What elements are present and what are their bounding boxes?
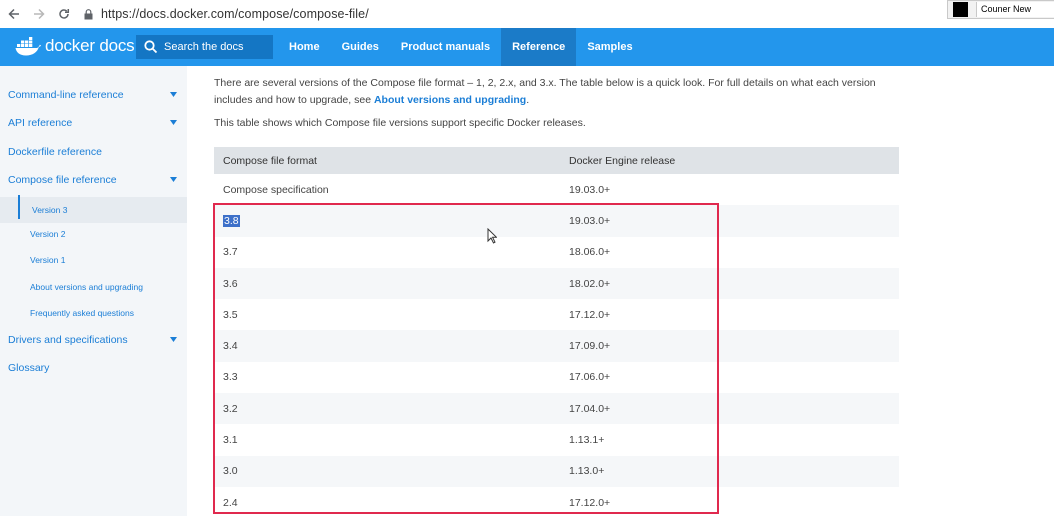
table-row: 3.8 19.03.0+	[214, 205, 899, 237]
search-box[interactable]	[136, 35, 273, 59]
site-header: docker docs Home Guides Product manuals …	[0, 28, 1054, 66]
table-cell: 3.1	[214, 424, 560, 456]
table-cell: 1.13.1+	[560, 424, 899, 456]
logo-text: docker docs	[45, 36, 135, 55]
intro-paragraph: There are several versions of the Compos…	[214, 75, 904, 109]
sidebar-item-label: Version 2	[30, 229, 66, 239]
sidebar-item-label: Version 1	[30, 255, 66, 265]
sidebar-item-label: Drivers and specifications	[8, 334, 128, 346]
active-indicator	[18, 195, 20, 219]
nav-home[interactable]: Home	[278, 28, 331, 66]
intro-end: .	[526, 94, 530, 106]
table-cell: 17.12.0+	[560, 299, 899, 331]
sidebar-item-api-reference[interactable]: API reference	[0, 113, 187, 133]
table-cell: 3.0	[214, 455, 560, 487]
table-cell: 18.06.0+	[560, 236, 899, 268]
table-row: Compose specification 19.03.0+	[214, 174, 899, 206]
selected-text: 3.8	[223, 214, 240, 227]
sidebar-item-label: Compose file reference	[8, 174, 117, 186]
sidebar-item-compose-file-reference[interactable]: Compose file reference	[0, 170, 187, 190]
nav-reference[interactable]: Reference	[501, 28, 577, 66]
table-cell: 3.7	[214, 236, 560, 268]
sidebar-item-label: API reference	[8, 117, 73, 129]
search-icon	[144, 40, 158, 54]
table-row: 2.4 17.12.0+	[214, 486, 899, 518]
lock-icon	[84, 8, 93, 19]
sidebar-item-label: About versions and upgrading	[30, 282, 143, 292]
table-cell: 19.03.0+	[560, 205, 899, 237]
table-row: 3.1 1.13.1+	[214, 424, 899, 456]
table-row: 3.5 17.12.0+	[214, 299, 899, 331]
table-row: 3.3 17.06.0+	[214, 361, 899, 394]
table-cell: 3.3	[214, 361, 560, 394]
table-cell: 3.5	[214, 299, 560, 331]
sidebar: Command-line reference API reference Doc…	[0, 66, 187, 516]
nav-samples[interactable]: Samples	[576, 28, 643, 66]
text-cursor-icon	[487, 228, 497, 244]
caret-down-icon[interactable]	[170, 92, 177, 97]
search-input[interactable]	[164, 41, 264, 53]
back-button[interactable]	[3, 3, 25, 25]
forward-arrow-icon	[34, 8, 45, 20]
sidebar-item-about-versions[interactable]: About versions and upgrading	[0, 277, 187, 297]
table-cell: 17.12.0+	[560, 486, 899, 518]
sidebar-item-label: Frequently asked questions	[30, 308, 134, 318]
forward-button[interactable]	[28, 3, 50, 25]
table-cell: 1.13.0+	[560, 455, 899, 487]
back-arrow-icon	[8, 8, 19, 20]
address-bar[interactable]: https://docs.docker.com/compose/compose-…	[74, 3, 944, 25]
table-cell: 17.09.0+	[560, 330, 899, 362]
sidebar-item-label: Command-line reference	[8, 89, 124, 101]
sidebar-item-label: Dockerfile reference	[8, 146, 102, 158]
sidebar-item-version-1[interactable]: Version 1	[0, 250, 187, 270]
docker-docs-logo[interactable]: docker docs	[15, 36, 135, 56]
table-cell: Compose specification	[214, 174, 560, 206]
table-cell: 17.04.0+	[560, 393, 899, 425]
sidebar-item-command-line-reference[interactable]: Command-line reference	[0, 85, 187, 105]
browser-toolbar: https://docs.docker.com/compose/compose-…	[0, 0, 1054, 29]
table-cell: 18.02.0+	[560, 267, 899, 300]
table-cell: 3.4	[214, 330, 560, 362]
color-swatch[interactable]	[953, 2, 968, 17]
table-cell: 17.06.0+	[560, 361, 899, 394]
table-cell: 19.03.0+	[560, 174, 899, 206]
table-cell: 3.2	[214, 393, 560, 425]
reload-icon	[59, 9, 70, 19]
table-cell: 3.8	[214, 205, 560, 237]
sidebar-item-label: Version 3	[32, 205, 68, 215]
docker-whale-icon	[15, 37, 41, 56]
table-header: Compose file format	[214, 147, 560, 174]
sidebar-item-glossary[interactable]: Glossary	[0, 358, 187, 378]
nav-product-manuals[interactable]: Product manuals	[390, 28, 501, 66]
table-header: Docker Engine release	[560, 147, 899, 174]
nav-guides[interactable]: Guides	[331, 28, 390, 66]
sidebar-item-drivers-and-specifications[interactable]: Drivers and specifications	[0, 330, 187, 350]
table-row: 3.4 17.09.0+	[214, 330, 899, 362]
table-row: 3.2 17.04.0+	[214, 393, 899, 425]
sidebar-item-dockerfile-reference[interactable]: Dockerfile reference	[0, 142, 187, 162]
sidebar-item-version-3[interactable]: Version 3	[0, 195, 187, 223]
table-row: 3.0 1.13.0+	[214, 455, 899, 487]
table-cell: 3.6	[214, 267, 560, 300]
table-cell: 2.4	[214, 486, 560, 518]
caret-down-icon[interactable]	[170, 120, 177, 125]
caret-down-icon[interactable]	[170, 177, 177, 182]
about-versions-link[interactable]: About versions and upgrading	[374, 94, 526, 106]
font-selector-widget[interactable]: Couner New	[947, 0, 1054, 19]
main-nav: Home Guides Product manuals Reference Sa…	[278, 28, 644, 66]
table-intro: This table shows which Compose file vers…	[214, 117, 586, 129]
caret-down-icon[interactable]	[170, 337, 177, 342]
compatibility-table: Compose file format Docker Engine releas…	[214, 147, 899, 518]
intro-text: There are several versions of the Compos…	[214, 77, 876, 106]
table-header-row: Compose file format Docker Engine releas…	[214, 147, 899, 174]
reload-button[interactable]	[53, 3, 75, 25]
url-text: https://docs.docker.com/compose/compose-…	[101, 7, 369, 21]
sidebar-item-version-2[interactable]: Version 2	[0, 224, 187, 244]
sidebar-item-label: Glossary	[8, 362, 50, 374]
table-row: 3.7 18.06.0+	[214, 236, 899, 268]
table-row: 3.6 18.02.0+	[214, 267, 899, 300]
font-name-field[interactable]: Couner New	[976, 2, 1054, 17]
sidebar-item-faq[interactable]: Frequently asked questions	[0, 303, 187, 323]
